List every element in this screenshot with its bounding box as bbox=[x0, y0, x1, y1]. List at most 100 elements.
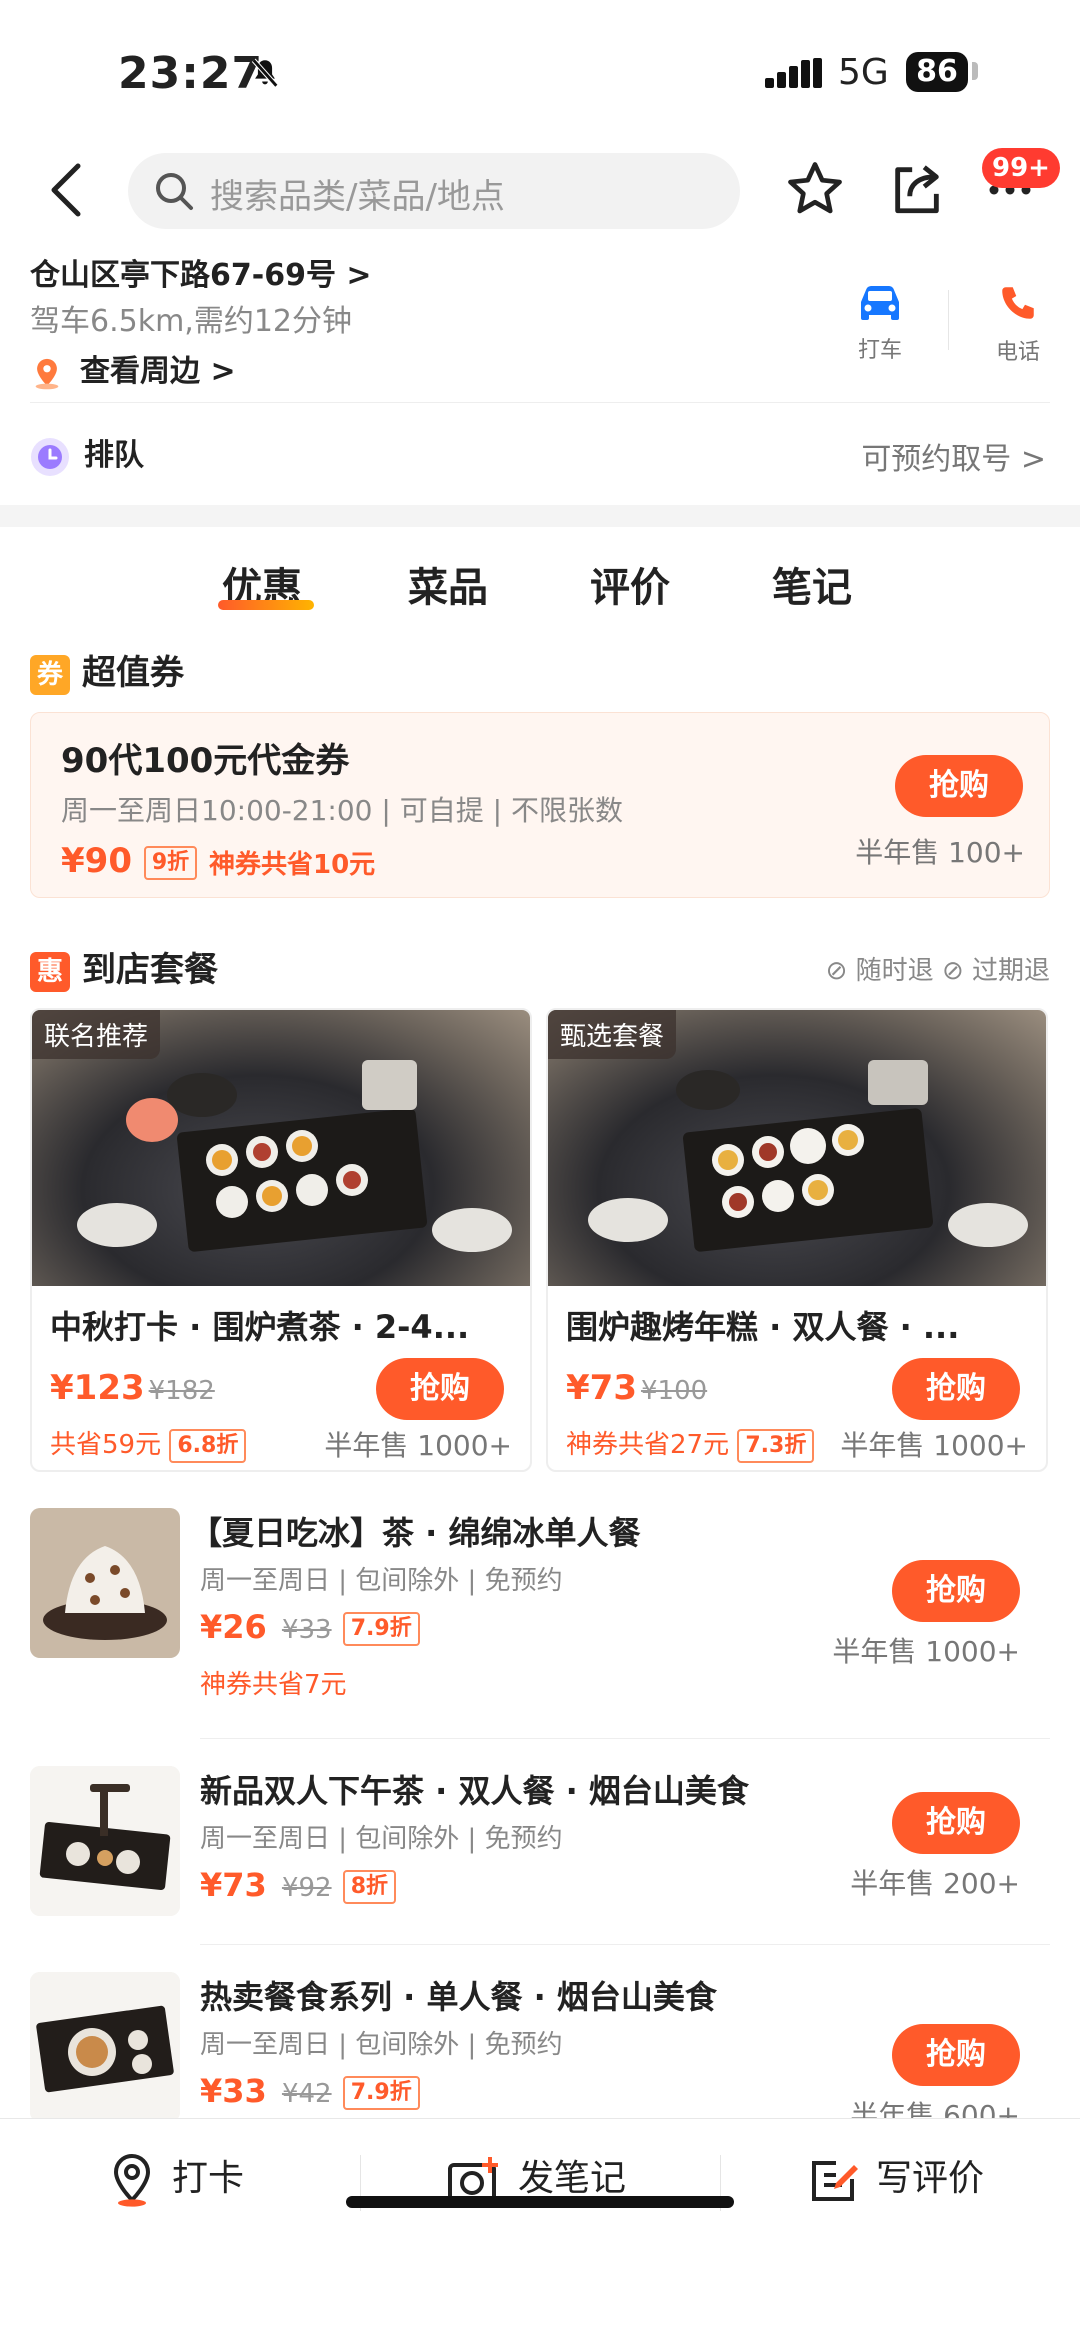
original-price: ¥100 bbox=[640, 1376, 708, 1406]
list-item[interactable]: 新品双人下午茶 · 双人餐 · 烟台山美食 周一至周日 | 包间除外 | 免预约… bbox=[30, 1766, 1050, 1966]
sold-count: 半年售 1000+ bbox=[832, 1635, 1020, 1668]
voucher-desc: 周一至周日10:00-21:00 | 可自提 | 不限张数 bbox=[61, 794, 623, 827]
sold-count: 半年售 1000+ bbox=[324, 1429, 512, 1462]
discount-badge: 6.8折 bbox=[169, 1428, 247, 1463]
saving-text: 神券共省10元 bbox=[208, 850, 376, 880]
saving-line: 共省59元 6.8折 bbox=[50, 1424, 247, 1463]
item-thumbnail bbox=[30, 1508, 180, 1658]
nearby-link[interactable]: 查看周边 > bbox=[30, 346, 236, 390]
item-title: 新品双人下午茶 · 双人餐 · 烟台山美食 bbox=[200, 1772, 749, 1810]
location-pin-icon bbox=[113, 2153, 151, 2207]
tab-notes[interactable]: 笔记 bbox=[772, 555, 852, 613]
home-indicator bbox=[346, 2196, 734, 2208]
sold-count: 半年售 200+ bbox=[850, 1867, 1020, 1900]
item-price: ¥33 bbox=[200, 2072, 267, 2110]
store-distance: 驾车6.5km,需约12分钟 bbox=[30, 304, 353, 339]
car-icon bbox=[861, 286, 899, 320]
list-item[interactable]: 热卖餐食系列 · 单人餐 · 烟台山美食 周一至周日 | 包间除外 | 免预约 … bbox=[30, 1972, 1050, 2118]
divider bbox=[200, 1944, 1050, 1945]
saving-text: 共省59元 bbox=[50, 1430, 162, 1460]
active-tab-indicator bbox=[218, 600, 314, 610]
checkin-button[interactable]: 打卡 bbox=[108, 2149, 244, 2208]
meal-tray-illustration bbox=[30, 1972, 180, 2118]
buy-button[interactable]: 抢购 bbox=[892, 1358, 1020, 1420]
original-price: ¥182 bbox=[148, 1376, 215, 1406]
tab-dishes[interactable]: 菜品 bbox=[408, 555, 488, 613]
phone-icon bbox=[1002, 287, 1034, 319]
status-bar: 23:27 5G 86 bbox=[0, 0, 1080, 140]
divider bbox=[948, 290, 949, 350]
card-price: ¥123 bbox=[50, 1368, 145, 1408]
original-price: ¥42 bbox=[281, 2079, 332, 2109]
item-desc: 周一至周日 | 包间除外 | 免预约 bbox=[200, 1824, 563, 1854]
sold-count: 半年售 1000+ bbox=[840, 1429, 1028, 1462]
buy-button[interactable]: 抢购 bbox=[895, 755, 1023, 817]
item-price-line: ¥26 ¥33 7.9折 bbox=[200, 1608, 420, 1646]
item-price: ¥73 bbox=[200, 1866, 267, 1904]
nearby-label: 查看周边 bbox=[80, 354, 200, 389]
share-icon[interactable] bbox=[888, 160, 946, 218]
buy-button[interactable]: 抢购 bbox=[376, 1358, 504, 1420]
item-price: ¥26 bbox=[200, 1608, 267, 1646]
address-text: 仓山区亭下路67-69号 bbox=[30, 258, 336, 293]
item-thumbnail bbox=[30, 1766, 180, 1916]
buy-button[interactable]: 抢购 bbox=[892, 2024, 1020, 2086]
deal-icon: 惠 bbox=[30, 951, 70, 992]
sold-count: 半年售 100+ bbox=[855, 836, 1025, 869]
favorite-star-icon[interactable] bbox=[784, 158, 846, 220]
coupon-icon: 券 bbox=[30, 654, 70, 695]
queue-row[interactable]: 排队 bbox=[30, 430, 144, 477]
list-item[interactable]: 【夏日吃冰】茶 · 绵绵冰单人餐 周一至周日 | 包间除外 | 免预约 ¥26 … bbox=[30, 1508, 1050, 1708]
section-separator bbox=[0, 505, 1080, 527]
saving-text: 神券共省27元 bbox=[566, 1430, 730, 1460]
discount-badge: 7.9折 bbox=[342, 1612, 420, 1646]
package-section-title: 惠到店套餐 bbox=[30, 942, 218, 992]
discount-badge: 7.3折 bbox=[737, 1428, 815, 1463]
search-placeholder: 搜索品类/菜品/地点 bbox=[210, 177, 505, 217]
write-review-button[interactable]: 写评价 bbox=[808, 2149, 984, 2205]
item-desc: 周一至周日 | 包间除外 | 免预约 bbox=[200, 1566, 563, 1596]
phone-label: 电话 bbox=[995, 340, 1040, 365]
voucher-section-title: 券超值券 bbox=[30, 645, 184, 695]
voucher-price-line: ¥90 9折 神券共省10元 bbox=[61, 841, 375, 881]
item-thumbnail bbox=[30, 1972, 180, 2118]
chevron-right-icon: > bbox=[1020, 442, 1046, 477]
sold-count: 半年售 600+ bbox=[850, 2099, 1020, 2118]
original-price: ¥33 bbox=[281, 1615, 332, 1645]
write-review-label: 写评价 bbox=[876, 2158, 985, 2199]
buy-button[interactable]: 抢购 bbox=[892, 1560, 1020, 1622]
voucher-card[interactable]: 90代100元代金券 周一至周日10:00-21:00 | 可自提 | 不限张数… bbox=[30, 712, 1050, 898]
edit-review-icon bbox=[812, 2161, 858, 2201]
package-card[interactable]: 联名推荐 中秋打卡 · 围炉煮茶 · 2-4... ¥123 ¥182 抢购 共省… bbox=[30, 1008, 532, 1472]
back-arrow-icon[interactable] bbox=[48, 162, 88, 218]
phone-button[interactable]: 电话 bbox=[990, 282, 1046, 366]
package-card[interactable]: 甄选套餐 围炉趣烤年糕 · 双人餐 · ... ¥73 ¥100 抢购 神券共省2… bbox=[546, 1008, 1048, 1472]
mute-bell-icon bbox=[251, 58, 279, 88]
signal-icon bbox=[765, 58, 822, 88]
buy-button[interactable]: 抢购 bbox=[892, 1792, 1020, 1854]
tab-reviews[interactable]: 评价 bbox=[590, 555, 670, 613]
post-note-label: 发笔记 bbox=[518, 2158, 627, 2199]
taxi-label: 打车 bbox=[857, 338, 902, 363]
battery-indicator: 86 bbox=[906, 52, 968, 92]
location-pin-icon bbox=[35, 358, 59, 389]
status-time: 23:27 bbox=[118, 48, 264, 99]
search-input[interactable]: 搜索品类/菜品/地点 bbox=[128, 153, 740, 229]
reserve-number-link[interactable]: 可预约取号 > bbox=[861, 434, 1046, 478]
saving-text: 神券共省7元 bbox=[200, 1670, 347, 1700]
item-price-line: ¥73 ¥92 8折 bbox=[200, 1866, 397, 1904]
clock-icon bbox=[31, 437, 69, 476]
checkin-label: 打卡 bbox=[172, 2158, 245, 2199]
tea-tray-illustration bbox=[30, 1766, 180, 1916]
item-price-line: ¥33 ¥42 7.9折 bbox=[200, 2072, 420, 2110]
search-icon bbox=[156, 173, 193, 210]
taxi-button[interactable]: 打车 bbox=[852, 282, 908, 364]
card-price-line: ¥123 ¥182 bbox=[50, 1368, 215, 1408]
chevron-right-icon: > bbox=[210, 354, 236, 389]
discount-badge: 7.9折 bbox=[342, 2076, 420, 2110]
card-price-line: ¥73 ¥100 bbox=[566, 1368, 707, 1408]
store-address[interactable]: 仓山区亭下路67-69号 > bbox=[30, 250, 372, 294]
card-tag: 联名推荐 bbox=[32, 1010, 161, 1059]
reserve-label: 可预约取号 bbox=[861, 442, 1012, 477]
item-title: 热卖餐食系列 · 单人餐 · 烟台山美食 bbox=[200, 1978, 717, 2016]
